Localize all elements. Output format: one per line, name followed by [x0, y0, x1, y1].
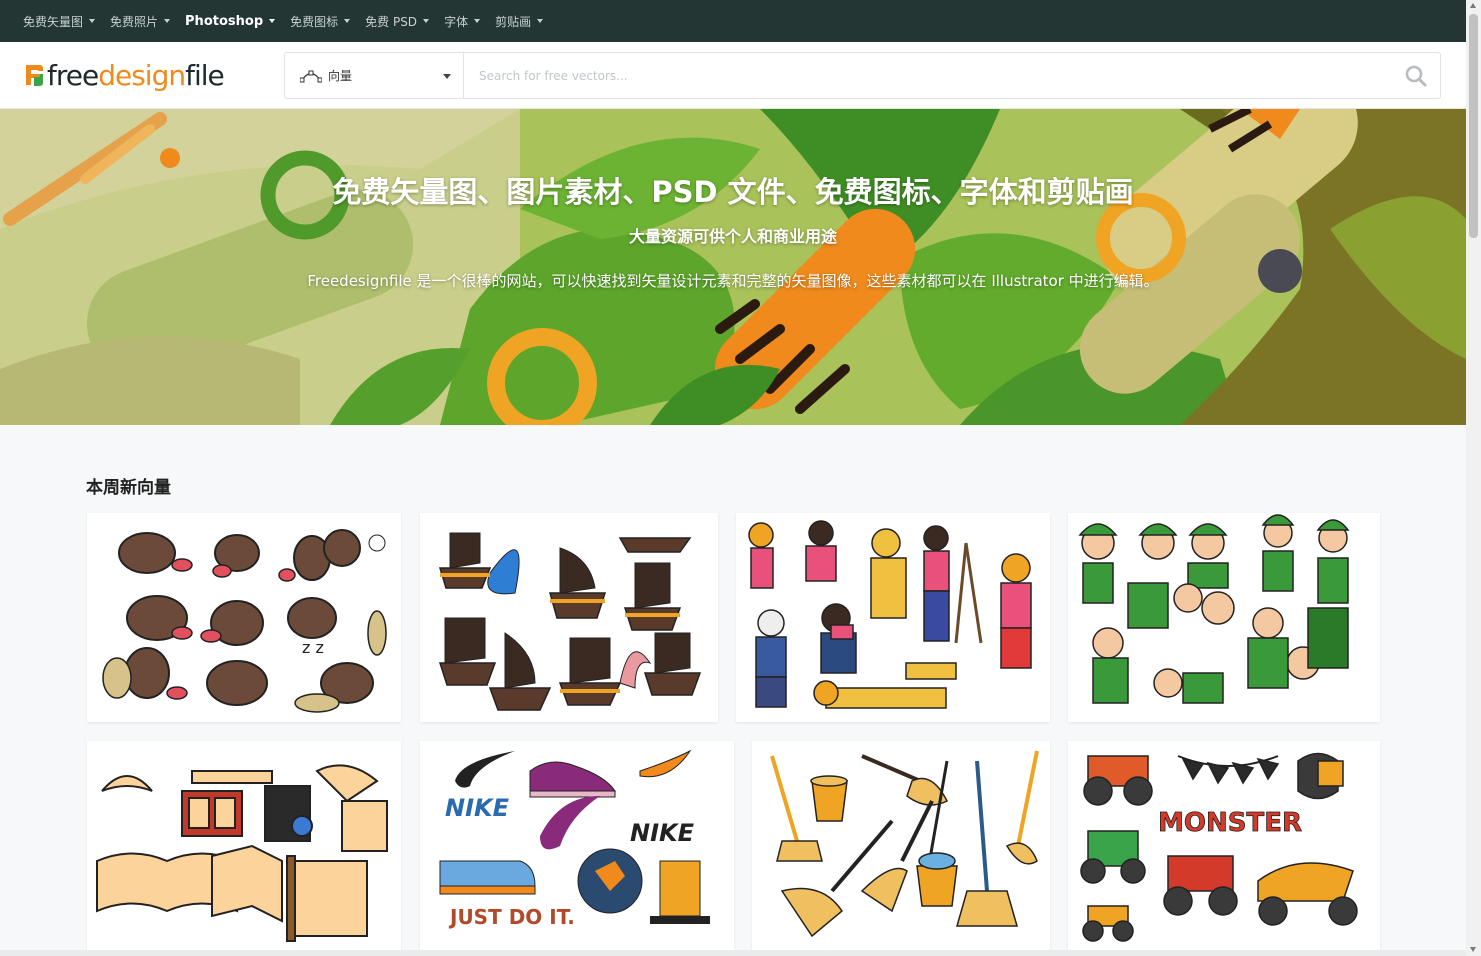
logo-text: freedesignfile: [47, 58, 225, 92]
card-text-nike-2: NIKE: [630, 819, 695, 847]
search-input[interactable]: [464, 53, 1392, 98]
hero-description: Freedesignfile 是一个很棒的网站，可以快速找到矢量设计元素和完整的…: [307, 272, 1159, 290]
nav-free-icons[interactable]: 免费图标: [290, 13, 351, 30]
site-header: freedesignfile 向量: [0, 42, 1466, 109]
nav-label: 剪贴画: [495, 14, 532, 29]
card-text-just-do-it: JUST DO IT.: [448, 905, 575, 929]
category-select-label: 向量: [328, 69, 353, 83]
hero-banner: 免费矢量图、图片素材、PSD 文件、免费图标、字体和剪贴画 大量资源可供个人和商…: [0, 109, 1466, 425]
card-thumbnail: MONSTER: [1068, 741, 1380, 950]
logo-mark-icon: [26, 65, 43, 86]
vector-card-monster-trucks[interactable]: MONSTER: [1068, 741, 1380, 950]
nav-label: 免费照片: [110, 14, 159, 29]
vector-card-brooms[interactable]: [752, 741, 1050, 950]
caret-down-icon: [89, 19, 96, 23]
card-thumbnail: z z: [87, 513, 401, 722]
nav-free-vectors[interactable]: 免费矢量图: [23, 13, 96, 30]
caret-down-icon: [269, 19, 276, 23]
page-bottom-bar: [0, 950, 1466, 956]
nav-free-photos[interactable]: 免费照片: [110, 13, 171, 30]
nav-clipart[interactable]: 剪贴画: [495, 13, 544, 30]
card-thumbnail: [736, 513, 1050, 722]
card-thumbnail: [1068, 513, 1380, 722]
caret-down-icon: [474, 19, 481, 23]
card-thumbnail: [420, 513, 718, 722]
scrollbar-thumb[interactable]: [1469, 14, 1478, 238]
nav-label: Photoshop: [185, 13, 264, 29]
caret-down-icon: [164, 19, 171, 23]
logo-text-design: design: [98, 58, 186, 92]
nav-label: 免费 PSD: [365, 14, 418, 29]
caret-down-icon: [537, 19, 544, 23]
hero-subtitle: 大量资源可供个人和商业用途: [628, 227, 837, 246]
category-select[interactable]: 向量: [285, 53, 464, 98]
card-text-monster: MONSTER: [1158, 808, 1302, 838]
search-bar: 向量: [284, 52, 1441, 99]
site-logo[interactable]: freedesignfile: [23, 56, 225, 94]
scroll-up-arrow-icon[interactable]: [1470, 3, 1476, 8]
search-icon: [1405, 65, 1427, 86]
nav-label: 免费图标: [290, 14, 339, 29]
search-button[interactable]: [1392, 53, 1440, 98]
hero-title: 免费矢量图、图片素材、PSD 文件、免费图标、字体和剪贴画: [332, 175, 1134, 209]
vector-card-peter-pan[interactable]: [1068, 513, 1380, 722]
nav-fonts[interactable]: 字体: [444, 13, 481, 30]
vector-card-photographers[interactable]: [736, 513, 1050, 722]
section-title: 本周新向量: [86, 478, 171, 498]
nav-label: 免费矢量图: [23, 14, 84, 29]
vector-card-nike-sneakers[interactable]: NIKE NIKE JUST DO IT.: [420, 741, 734, 950]
nav-photoshop[interactable]: Photoshop: [185, 13, 276, 29]
card-thumbnail: [87, 741, 401, 950]
nav-free-psd[interactable]: 免费 PSD: [365, 13, 430, 30]
vector-pen-icon: [300, 70, 322, 82]
card-thumbnail: NIKE NIKE JUST DO IT.: [420, 741, 734, 950]
logo-text-free: free: [47, 58, 99, 92]
vector-card-platypus[interactable]: z z: [87, 513, 401, 722]
nav-label: 字体: [444, 14, 469, 29]
logo-text-file: file: [185, 58, 225, 92]
vertical-scrollbar[interactable]: [1466, 0, 1481, 956]
svg-text:z z: z z: [302, 638, 324, 657]
card-thumbnail: [752, 741, 1050, 950]
scroll-down-arrow-icon[interactable]: [1470, 947, 1476, 952]
caret-down-icon: [423, 19, 430, 23]
vector-card-pirate-ships[interactable]: [420, 513, 718, 722]
caret-down-icon: [344, 19, 351, 23]
top-navigation: 免费矢量图 免费照片 Photoshop 免费图标 免费 PSD 字体 剪贴画: [0, 0, 1466, 42]
dropdown-arrow-icon: [443, 74, 451, 79]
vector-card-books[interactable]: [87, 741, 401, 950]
page: 免费矢量图 免费照片 Photoshop 免费图标 免费 PSD 字体 剪贴画 …: [0, 0, 1481, 956]
card-text-nike-1: NIKE: [445, 794, 510, 822]
hero-background-illustration: [0, 109, 1466, 425]
